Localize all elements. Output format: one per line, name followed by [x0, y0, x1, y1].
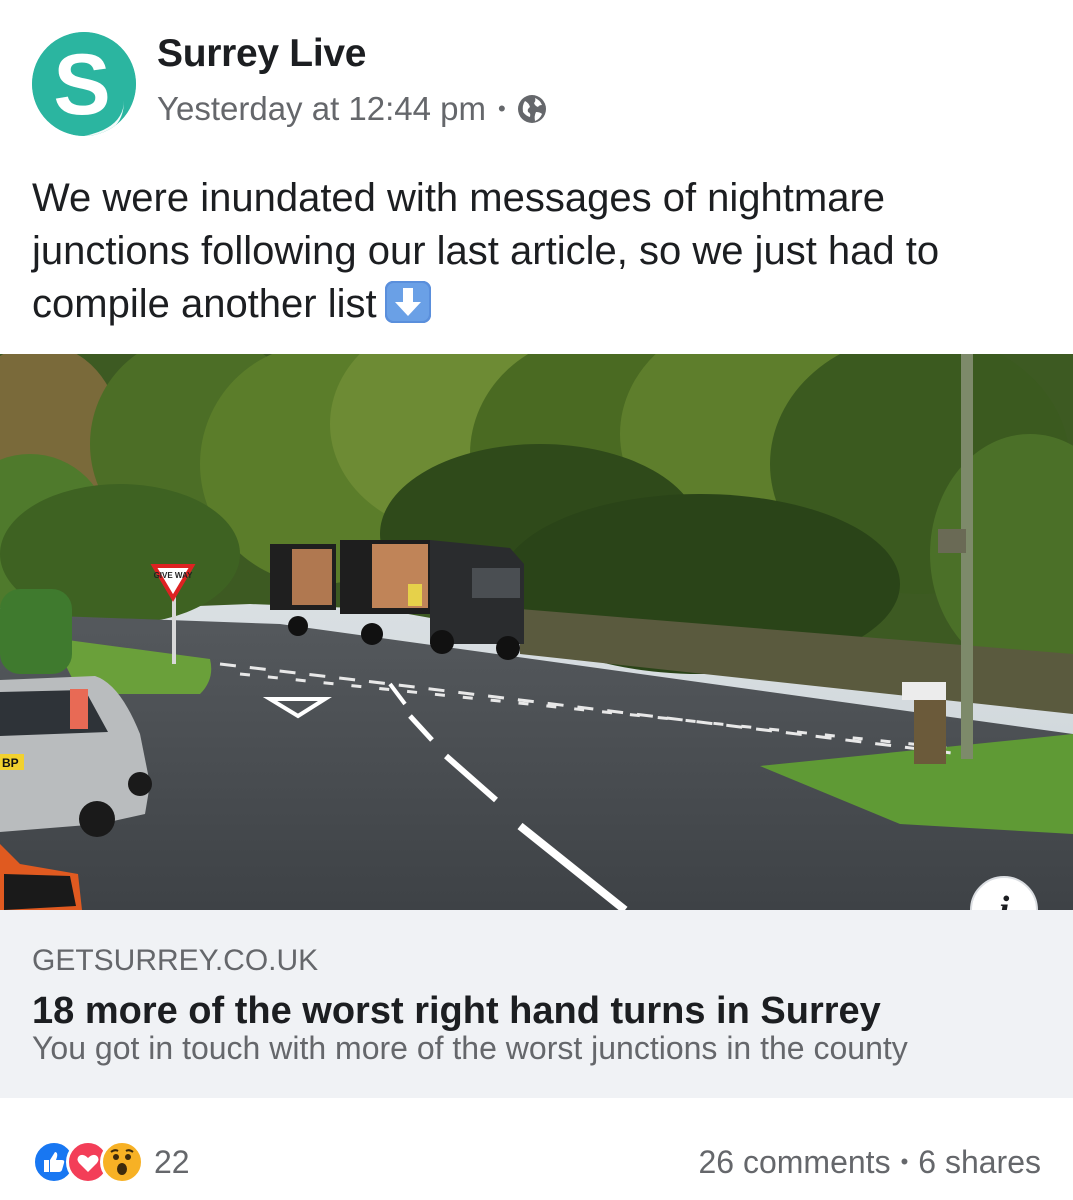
post-text: We were inundated with messages of night…	[32, 172, 1042, 331]
shares-count[interactable]: 6 shares	[918, 1144, 1041, 1181]
engagement-bar: 22 26 comments • 6 shares	[0, 1098, 1073, 1200]
comments-count[interactable]: 26 comments	[698, 1144, 890, 1181]
post-stats: 26 comments • 6 shares	[698, 1140, 1041, 1184]
meta-separator: •	[498, 96, 506, 121]
down-arrow-emoji-icon	[384, 281, 431, 323]
link-description: You got in touch with more of the worst …	[32, 1030, 908, 1066]
post-message: We were inundated with messages of night…	[32, 176, 940, 326]
link-domain: GETSURREY.CO.UK	[32, 944, 319, 977]
reaction-count: 22	[154, 1143, 190, 1180]
avatar-letter: S	[53, 37, 110, 133]
post-timestamp[interactable]: Yesterday at 12:44 pm	[157, 90, 486, 128]
give-way-sign-text: GIVE WAY	[154, 571, 193, 580]
link-title[interactable]: 18 more of the worst right hand turns in…	[32, 990, 881, 1033]
post-meta: Yesterday at 12:44 pm •	[157, 90, 548, 128]
wow-icon	[100, 1140, 144, 1184]
link-preview-card[interactable]: GETSURREY.CO.UK 18 more of the worst rig…	[0, 910, 1073, 1098]
article-photo[interactable]: GIVE WAY BP	[0, 354, 1073, 910]
stats-separator: •	[900, 1149, 909, 1174]
page-avatar[interactable]: S	[32, 32, 136, 136]
page-name[interactable]: Surrey Live	[157, 32, 366, 76]
car-plate-text: BP	[2, 756, 19, 770]
post-header: S Surrey Live Yesterday at 12:44 pm •	[0, 0, 1073, 150]
reactions-summary[interactable]: 22	[32, 1140, 190, 1184]
globe-icon	[516, 93, 548, 125]
